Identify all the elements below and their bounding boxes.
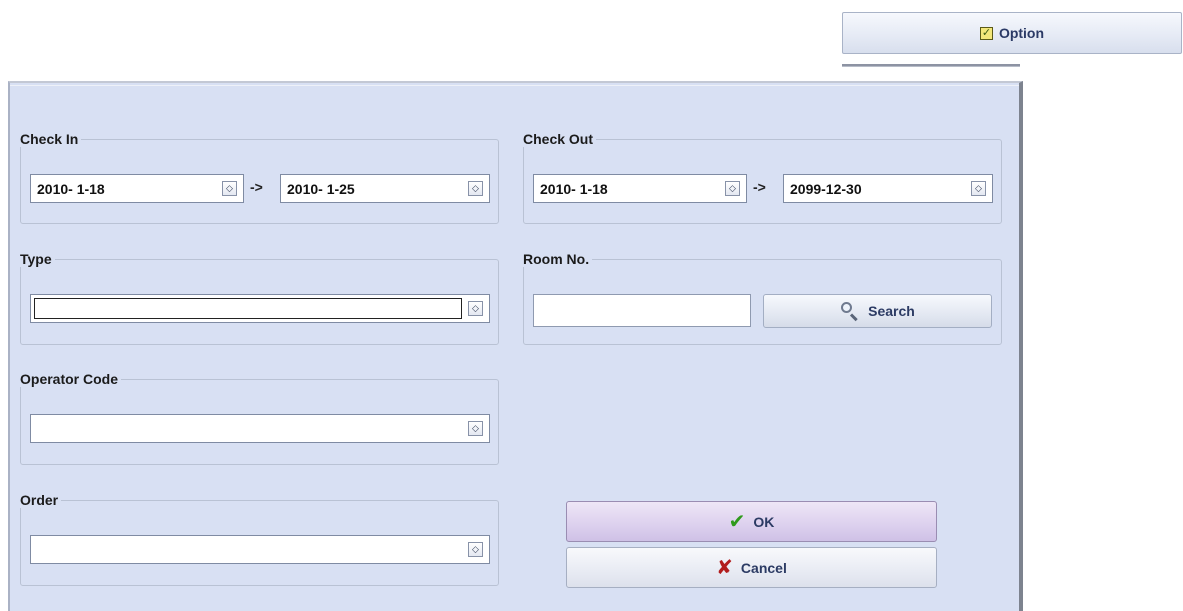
spinner-icon[interactable]: ◇ [468,421,483,436]
operator-code-legend: Operator Code [20,371,119,387]
check-in-legend: Check In [20,131,79,147]
room-no-legend: Room No. [523,251,590,267]
ok-button[interactable]: ✔ OK [566,501,937,542]
check-out-legend: Check Out [523,131,594,147]
check-out-range-arrow: -> [753,179,766,195]
order-select[interactable]: ◇ [30,535,490,564]
spinner-icon[interactable]: ◇ [468,301,483,316]
spinner-icon[interactable]: ◇ [468,542,483,557]
cancel-button-label: Cancel [740,559,787,576]
spinner-icon[interactable]: ◇ [725,181,740,196]
operator-code-select[interactable]: ◇ [30,414,490,443]
search-button[interactable]: Search [763,294,992,328]
checkmark-icon: ✔ [728,510,746,533]
spinner-icon[interactable]: ◇ [971,181,986,196]
filter-dialog: Check In 2010- 1-18 ◇ -> 2010- 1-25 ◇ Ch… [8,81,1023,611]
type-select[interactable]: ◇ [30,294,490,323]
search-button-label: Search [868,303,915,319]
check-out-to-date[interactable]: 2099-12-30 ◇ [783,174,993,203]
option-button-label: Option [998,25,1045,41]
room-no-input[interactable] [533,294,751,327]
check-out-from-date[interactable]: 2010- 1-18 ◇ [533,174,747,203]
type-legend: Type [20,251,52,267]
spinner-icon[interactable]: ◇ [468,181,483,196]
check-in-range-arrow: -> [250,179,263,195]
checklist-icon: ✓ [979,26,993,40]
cancel-button[interactable]: ✘ Cancel [566,547,937,588]
x-icon: ✘ [716,556,733,579]
check-in-to-date[interactable]: 2010- 1-25 ◇ [280,174,490,203]
ok-button-label: OK [753,513,775,530]
spinner-icon[interactable]: ◇ [222,181,237,196]
option-button[interactable]: ✓ Option [842,12,1182,54]
order-legend: Order [20,492,59,508]
tab-divider [842,64,1020,67]
check-in-from-date[interactable]: 2010- 1-18 ◇ [30,174,244,203]
magnifier-icon [840,301,860,322]
